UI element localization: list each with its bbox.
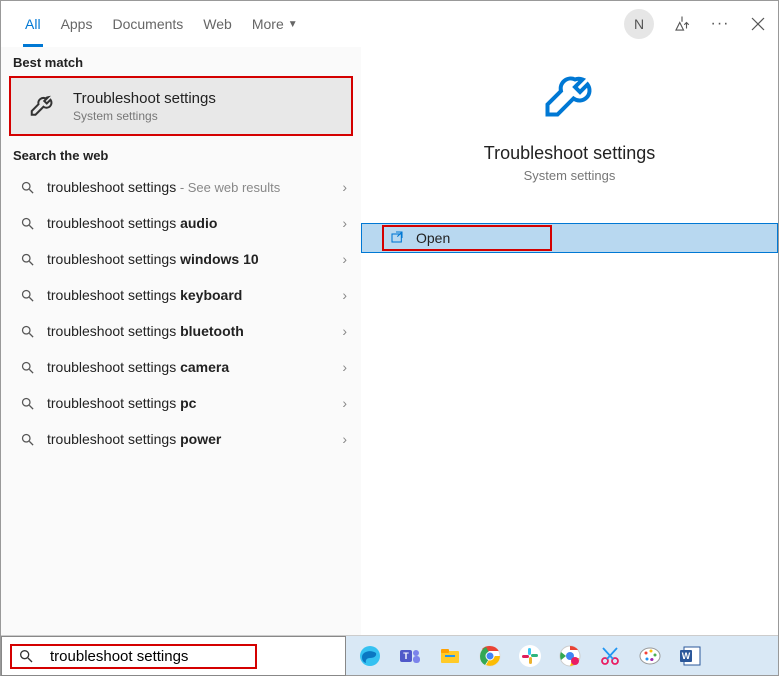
search-icon — [15, 360, 39, 375]
more-options-icon[interactable]: ··· — [710, 14, 730, 34]
preview-panel: Troubleshoot settings System settings Op… — [361, 47, 778, 635]
tab-documents[interactable]: Documents — [102, 1, 193, 47]
search-icon — [18, 648, 34, 664]
search-icon — [15, 324, 39, 339]
web-result-label: troubleshoot settings pc — [47, 395, 342, 411]
web-result-label: troubleshoot settings bluetooth — [47, 323, 342, 339]
search-icon — [15, 432, 39, 447]
chevron-right-icon: › — [342, 251, 347, 267]
web-result-label: troubleshoot settings - See web results — [47, 179, 342, 195]
chevron-right-icon: › — [342, 179, 347, 195]
feedback-icon[interactable] — [672, 14, 692, 34]
taskbar-slack-icon[interactable] — [514, 640, 546, 672]
best-match-result[interactable]: Troubleshoot settings System settings — [9, 76, 353, 136]
user-initial: N — [634, 16, 644, 32]
web-result-item[interactable]: troubleshoot settings audio › — [1, 205, 361, 241]
open-label: Open — [416, 230, 450, 246]
taskbar-word-icon[interactable]: W — [674, 640, 706, 672]
search-icon — [15, 252, 39, 267]
taskbar-edge-icon[interactable] — [354, 640, 386, 672]
search-input[interactable] — [50, 648, 249, 665]
taskbar-chrome2-icon[interactable] — [554, 640, 586, 672]
best-match-title: Troubleshoot settings — [73, 90, 337, 107]
tab-apps-label: Apps — [61, 16, 93, 32]
user-avatar[interactable]: N — [624, 9, 654, 39]
search-box[interactable] — [1, 636, 346, 676]
tab-apps[interactable]: Apps — [51, 1, 103, 47]
search-icon — [15, 216, 39, 231]
web-result-item[interactable]: troubleshoot settings - See web results … — [1, 169, 361, 205]
close-icon[interactable] — [748, 14, 768, 34]
search-icon — [15, 288, 39, 303]
web-result-label: troubleshoot settings windows 10 — [47, 251, 342, 267]
wrench-icon — [25, 88, 61, 124]
taskbar-snip-icon[interactable] — [594, 640, 626, 672]
wrench-icon — [540, 67, 600, 127]
tab-more[interactable]: More ▼ — [242, 1, 308, 47]
taskbar-paint-icon[interactable] — [634, 640, 666, 672]
web-result-item[interactable]: troubleshoot settings power › — [1, 421, 361, 457]
best-match-heading: Best match — [1, 47, 361, 76]
taskbar-chrome-icon[interactable] — [474, 640, 506, 672]
search-icon — [15, 396, 39, 411]
tab-all[interactable]: All — [15, 1, 51, 47]
chevron-right-icon: › — [342, 287, 347, 303]
open-button[interactable]: Open — [361, 223, 778, 253]
tab-documents-label: Documents — [112, 16, 183, 32]
tab-all-label: All — [25, 16, 41, 32]
tab-more-label: More — [252, 16, 284, 32]
web-result-label: troubleshoot settings camera — [47, 359, 342, 375]
results-panel: Best match Troubleshoot settings System … — [1, 47, 361, 635]
chevron-right-icon: › — [342, 431, 347, 447]
taskbar: T W — [346, 636, 778, 675]
search-web-heading: Search the web — [1, 140, 361, 169]
chevron-right-icon: › — [342, 395, 347, 411]
web-result-label: troubleshoot settings audio — [47, 215, 342, 231]
taskbar-files-icon[interactable] — [434, 640, 466, 672]
tab-web-label: Web — [203, 16, 232, 32]
web-result-item[interactable]: troubleshoot settings camera › — [1, 349, 361, 385]
web-result-item[interactable]: troubleshoot settings windows 10 › — [1, 241, 361, 277]
svg-text:W: W — [682, 651, 691, 661]
preview-title: Troubleshoot settings — [484, 143, 655, 164]
chevron-right-icon: › — [342, 359, 347, 375]
window-controls: N ··· — [624, 9, 768, 39]
open-icon — [390, 230, 406, 246]
svg-text:T: T — [403, 651, 409, 661]
taskbar-teams-icon[interactable]: T — [394, 640, 426, 672]
search-icon — [15, 180, 39, 195]
chevron-right-icon: › — [342, 215, 347, 231]
web-result-item[interactable]: troubleshoot settings bluetooth › — [1, 313, 361, 349]
web-result-item[interactable]: troubleshoot settings keyboard › — [1, 277, 361, 313]
tab-web[interactable]: Web — [193, 1, 242, 47]
web-result-label: troubleshoot settings power — [47, 431, 342, 447]
search-tabs: All Apps Documents Web More ▼ N ··· — [1, 1, 778, 47]
chevron-down-icon: ▼ — [288, 19, 298, 30]
preview-subtitle: System settings — [524, 168, 616, 183]
web-result-label: troubleshoot settings keyboard — [47, 287, 342, 303]
best-match-subtitle: System settings — [73, 109, 337, 123]
web-result-item[interactable]: troubleshoot settings pc › — [1, 385, 361, 421]
chevron-right-icon: › — [342, 323, 347, 339]
